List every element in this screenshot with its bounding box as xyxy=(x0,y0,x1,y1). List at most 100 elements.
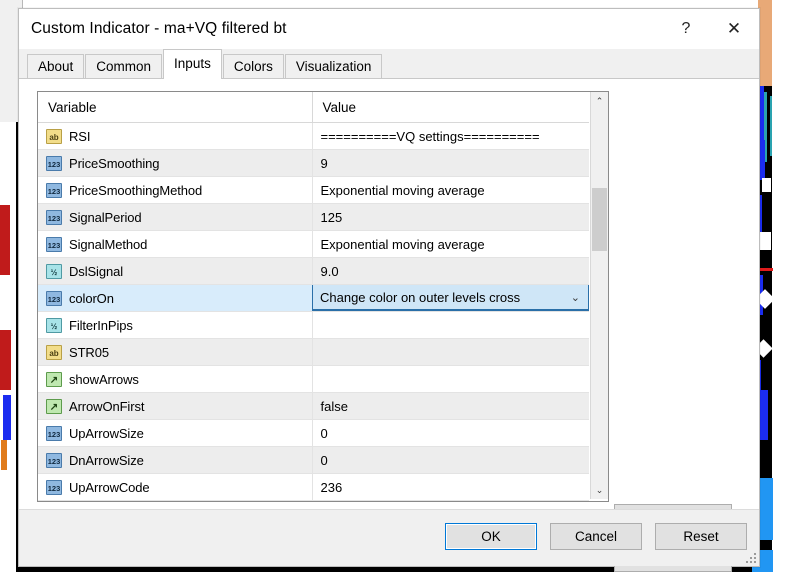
table-row-selected[interactable]: 123 colorOn Change color on outer levels… xyxy=(38,285,589,312)
variable-value[interactable] xyxy=(312,366,589,393)
tab-visualization[interactable]: Visualization xyxy=(285,54,383,79)
table-row[interactable]: ↗ showArrows xyxy=(38,366,589,393)
window-title: Custom Indicator - ma+VQ filtered bt xyxy=(19,20,287,38)
variable-name: PriceSmoothing xyxy=(69,156,159,171)
integer-type-icon: 123 xyxy=(46,453,62,468)
background-marker xyxy=(762,178,771,192)
variable-value[interactable]: 125 xyxy=(312,204,589,231)
table-header-row: Variable Value xyxy=(38,92,589,123)
table-row[interactable]: 123 DnArrowCode 238 xyxy=(38,501,589,503)
dialog-footer: OK Cancel Reset xyxy=(19,509,759,566)
string-type-icon: ab xyxy=(46,345,62,360)
variable-name: RSI xyxy=(69,129,90,144)
variable-value[interactable]: 236 xyxy=(312,474,589,501)
combobox-selected-value: Change color on outer levels cross xyxy=(320,290,520,305)
variable-name: UpArrowCode xyxy=(69,480,150,495)
variable-name: DnArrowSize xyxy=(69,453,144,468)
screen: Custom Indicator - ma+VQ filtered bt ? ✕… xyxy=(0,0,800,572)
bool-type-icon: ↗ xyxy=(46,372,62,387)
cancel-button[interactable]: Cancel xyxy=(550,523,642,550)
variable-name: ArrowOnFirst xyxy=(69,399,144,414)
column-header-variable[interactable]: Variable xyxy=(38,92,312,123)
tab-inputs[interactable]: Inputs xyxy=(163,49,222,79)
variable-value[interactable]: Exponential moving average xyxy=(312,177,589,204)
table-row[interactable]: ab RSI ==========VQ settings========== xyxy=(38,123,589,150)
table-row[interactable]: ↗ ArrowOnFirst false xyxy=(38,393,589,420)
background-candle xyxy=(760,390,768,440)
variable-value[interactable] xyxy=(312,312,589,339)
background-candle xyxy=(2,280,11,330)
title-bar-buttons: ? ✕ xyxy=(663,9,759,49)
background-indicator-line xyxy=(770,96,772,156)
table-row[interactable]: 123 UpArrowCode 236 xyxy=(38,474,589,501)
coloron-combobox[interactable]: Change color on outer levels cross ⌄ xyxy=(312,285,589,311)
variable-value[interactable] xyxy=(312,339,589,366)
table-row[interactable]: ½ FilterInPips xyxy=(38,312,589,339)
variable-value[interactable]: false xyxy=(312,393,589,420)
background-candle xyxy=(3,395,11,440)
background-candle xyxy=(0,205,10,275)
inputs-grid: Variable Value ab RSI == xyxy=(37,91,609,502)
variable-value[interactable]: 0 xyxy=(312,447,589,474)
custom-indicator-dialog: Custom Indicator - ma+VQ filtered bt ? ✕… xyxy=(18,8,760,567)
integer-type-icon: 123 xyxy=(46,426,62,441)
integer-type-icon: 123 xyxy=(46,291,62,306)
reset-button[interactable]: Reset xyxy=(655,523,747,550)
integer-type-icon: 123 xyxy=(46,183,62,198)
variable-value[interactable]: ==========VQ settings========== xyxy=(312,123,589,150)
dropdown-option-slope-change[interactable]: Change color on slope change xyxy=(313,311,588,312)
background-candle xyxy=(0,330,11,390)
tab-about[interactable]: About xyxy=(27,54,84,79)
chevron-down-icon[interactable]: ⌄ xyxy=(571,285,580,309)
footer-button-group: OK Cancel Reset xyxy=(445,523,747,550)
inputs-panel: Variable Value ab RSI == xyxy=(19,78,759,566)
bool-type-icon: ↗ xyxy=(46,399,62,414)
close-icon[interactable]: ✕ xyxy=(709,9,759,49)
scroll-down-icon[interactable]: ⌄ xyxy=(591,481,608,499)
variable-value[interactable]: 238 xyxy=(312,501,589,503)
table-row[interactable]: 123 PriceSmoothing 9 xyxy=(38,150,589,177)
variable-value[interactable]: 0 xyxy=(312,420,589,447)
table-row[interactable]: 123 SignalMethod Exponential moving aver… xyxy=(38,231,589,258)
variable-value[interactable]: 9 xyxy=(312,150,589,177)
ok-button[interactable]: OK xyxy=(445,523,537,550)
coloron-dropdown-list: Change color on slope change Change colo… xyxy=(312,310,589,312)
scroll-up-icon[interactable]: ⌃ xyxy=(591,92,608,110)
table-row[interactable]: ½ DslSignal 9.0 xyxy=(38,258,589,285)
scrollbar-thumb[interactable] xyxy=(592,188,607,251)
variable-name: FilterInPips xyxy=(69,318,133,333)
variable-name: STR05 xyxy=(69,345,109,360)
resize-grip[interactable] xyxy=(744,551,756,563)
table-row[interactable]: 123 SignalPeriod 125 xyxy=(38,204,589,231)
background-right-white xyxy=(772,0,800,572)
variable-name: DslSignal xyxy=(69,264,123,279)
table-row[interactable]: ab STR05 xyxy=(38,339,589,366)
variable-name: PriceSmoothingMethod xyxy=(69,183,202,198)
variable-value[interactable]: 9.0 xyxy=(312,258,589,285)
integer-type-icon: 123 xyxy=(46,210,62,225)
integer-type-icon: 123 xyxy=(46,156,62,171)
tab-common[interactable]: Common xyxy=(85,54,162,79)
variable-name: SignalMethod xyxy=(69,237,147,252)
variable-name: UpArrowSize xyxy=(69,426,144,441)
table-row[interactable]: 123 PriceSmoothingMethod Exponential mov… xyxy=(38,177,589,204)
tab-strip: About Common Inputs Colors Visualization xyxy=(19,49,759,78)
integer-type-icon: 123 xyxy=(46,237,62,252)
variable-name: colorOn xyxy=(69,291,114,306)
double-type-icon: ½ xyxy=(46,318,62,333)
column-header-value[interactable]: Value xyxy=(312,92,589,123)
help-icon[interactable]: ? xyxy=(663,9,709,49)
background-candle xyxy=(1,440,7,470)
variable-name: SignalPeriod xyxy=(69,210,142,225)
table-row[interactable]: 123 DnArrowSize 0 xyxy=(38,447,589,474)
title-bar: Custom Indicator - ma+VQ filtered bt ? ✕ xyxy=(19,9,759,49)
table-row[interactable]: 123 UpArrowSize 0 xyxy=(38,420,589,447)
grid-vertical-scrollbar[interactable]: ⌃ ⌄ xyxy=(590,92,608,499)
string-type-icon: ab xyxy=(46,129,62,144)
variable-name: showArrows xyxy=(69,372,139,387)
integer-type-icon: 123 xyxy=(46,480,62,495)
tab-colors[interactable]: Colors xyxy=(223,54,284,79)
background-marker xyxy=(760,232,771,250)
inputs-table: Variable Value ab RSI == xyxy=(38,92,589,502)
variable-value[interactable]: Exponential moving average xyxy=(312,231,589,258)
